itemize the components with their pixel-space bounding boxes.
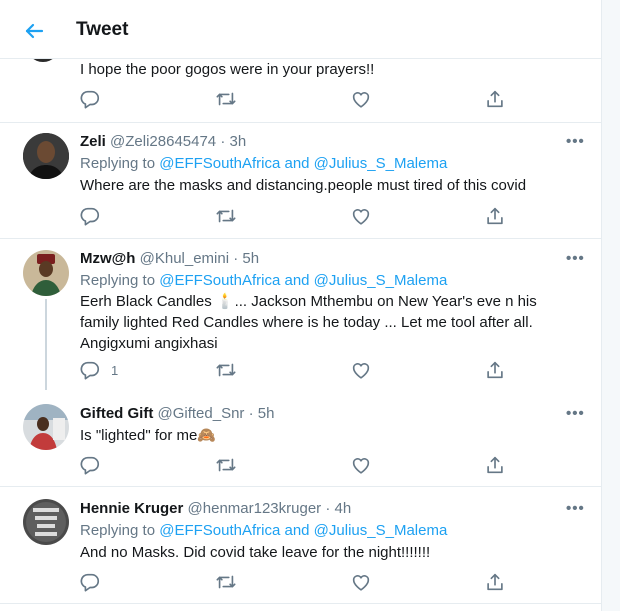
reply-count: 1 (111, 363, 119, 378)
share-icon[interactable] (484, 571, 506, 593)
reply-icon[interactable] (79, 205, 101, 227)
tweet[interactable]: Mzw@h @Khul_emini · 5h ••• Replying to @… (0, 239, 601, 402)
retweet-icon[interactable] (215, 88, 237, 110)
replying-to-label: Replying to (80, 155, 160, 172)
reply-icon[interactable] (79, 88, 101, 110)
tweet[interactable]: Gifted Gift @Gifted_Snr · 5h ••• Is "lig… (0, 390, 601, 487)
display-name[interactable]: Mzw@h (80, 250, 135, 267)
replying-to-users[interactable]: @EFFSouthAfrica and @Julius_S_Malema (159, 155, 447, 172)
share-icon[interactable] (484, 88, 506, 110)
reply-icon[interactable] (79, 571, 101, 593)
reply-icon[interactable] (79, 454, 101, 476)
avatar[interactable] (23, 133, 69, 179)
replying-to-users[interactable]: @EFFSouthAfrica and @Julius_S_Malema (159, 272, 447, 289)
retweet-icon[interactable] (215, 571, 237, 593)
tweet-text: And no Masks. Did covid take leave for t… (80, 544, 431, 561)
replying-to: Replying to @EFFSouthAfrica and @Julius_… (80, 272, 447, 289)
replying-to: Replying to @EFFSouthAfrica and @Julius_… (80, 155, 447, 172)
avatar[interactable] (23, 499, 69, 545)
like-icon[interactable] (350, 359, 372, 381)
tweet[interactable]: Zeli @Zeli28645474 · 3h ••• Replying to … (0, 123, 601, 239)
header-bar: Tweet (0, 0, 601, 59)
more-icon[interactable]: ••• (566, 500, 585, 517)
page-title: Tweet (76, 19, 129, 40)
handle[interactable]: @Gifted_Snr (158, 405, 245, 422)
tweet-text: Is "lighted" for me🙈 (80, 427, 217, 444)
tweet-column: Tweet I hope the poor gogos were in your… (0, 0, 602, 611)
share-icon[interactable] (484, 454, 506, 476)
retweet-icon[interactable] (215, 205, 237, 227)
timestamp[interactable]: · 3h (220, 133, 246, 150)
tweet-text: I hope the poor gogos were in your praye… (80, 61, 375, 78)
thread-line (45, 299, 47, 402)
tweet-text: Where are the masks and distancing.peopl… (80, 177, 527, 194)
like-icon[interactable] (350, 571, 372, 593)
replying-to-users[interactable]: @EFFSouthAfrica and @Julius_S_Malema (159, 522, 447, 539)
tweet[interactable]: Hennie Kruger @henmar123kruger · 4h ••• … (0, 487, 601, 604)
replying-to-label: Replying to (80, 272, 160, 289)
display-name[interactable]: Zeli (80, 133, 106, 150)
timestamp[interactable]: · 4h (325, 500, 351, 517)
retweet-icon[interactable] (215, 454, 237, 476)
scrollbar[interactable] (602, 0, 620, 611)
timestamp[interactable]: · 5h (249, 405, 275, 422)
more-icon[interactable]: ••• (566, 133, 585, 150)
timestamp[interactable]: · 5h (233, 250, 259, 267)
tweet[interactable]: I hope the poor gogos were in your praye… (0, 58, 601, 123)
share-icon[interactable] (484, 205, 506, 227)
replying-to-label: Replying to (80, 522, 160, 539)
like-icon[interactable] (350, 454, 372, 476)
retweet-icon[interactable] (215, 359, 237, 381)
like-icon[interactable] (350, 88, 372, 110)
back-arrow-icon[interactable] (22, 19, 46, 43)
more-icon[interactable]: ••• (566, 250, 585, 267)
avatar[interactable] (23, 404, 69, 450)
more-icon[interactable]: ••• (566, 405, 585, 422)
display-name[interactable]: Gifted Gift (80, 405, 153, 422)
avatar[interactable] (23, 250, 69, 296)
handle[interactable]: @henmar123kruger (188, 500, 322, 517)
tweet-text: Eerh Black Candles 🕯️... Jackson Mthembu… (80, 293, 537, 352)
share-icon[interactable] (484, 359, 506, 381)
handle[interactable]: @Zeli28645474 (110, 133, 216, 150)
like-icon[interactable] (350, 205, 372, 227)
display-name[interactable]: Hennie Kruger (80, 500, 183, 517)
handle[interactable]: @Khul_emini (140, 250, 229, 267)
reply-icon[interactable] (79, 359, 101, 381)
replying-to: Replying to @EFFSouthAfrica and @Julius_… (80, 522, 447, 539)
